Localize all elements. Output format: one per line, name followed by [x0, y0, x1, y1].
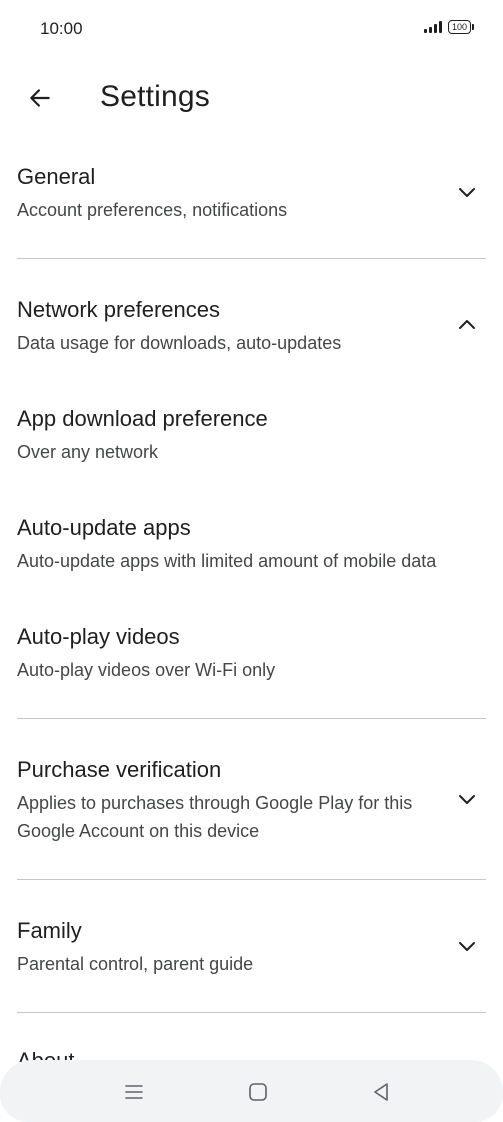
arrow-left-icon — [30, 89, 50, 107]
settings-row-family[interactable]: Family Parental control, parent guide — [0, 904, 503, 1012]
expand-button[interactable] — [449, 174, 485, 210]
row-subtitle: Over any network — [17, 442, 159, 462]
chevron-down-icon — [459, 795, 475, 804]
system-navigation-bar — [0, 1060, 503, 1122]
nav-back-button[interactable] — [367, 1078, 395, 1106]
settings-row-app-download-preference[interactable]: App download preference Over any network — [0, 392, 503, 482]
row-subtitle: Auto-update apps with limited amount of … — [17, 551, 437, 571]
expand-button[interactable] — [449, 781, 485, 817]
settings-row-purchase-verification[interactable]: Purchase verification Applies to purchas… — [0, 743, 503, 879]
chevron-down-icon — [459, 188, 475, 197]
chevron-down-icon — [459, 942, 475, 951]
divider — [17, 258, 486, 259]
row-subtitle: Data usage for downloads, auto-updates — [17, 333, 342, 353]
row-title: General — [17, 164, 96, 189]
row-subtitle: Parental control, parent guide — [17, 954, 254, 974]
chevron-up-icon — [459, 320, 475, 329]
battery-icon: 100 — [447, 20, 475, 34]
triangle-back-icon — [374, 1083, 388, 1101]
row-title: Family — [17, 918, 82, 943]
page-title: Settings — [100, 80, 210, 113]
row-title: App download preference — [17, 406, 268, 431]
row-title: Purchase verification — [17, 757, 222, 782]
settings-row-auto-update-apps[interactable]: Auto-update apps Auto-update apps with l… — [0, 501, 503, 591]
nav-menu-button[interactable] — [120, 1078, 148, 1106]
settings-row-general[interactable]: General Account preferences, notificatio… — [0, 150, 503, 258]
collapse-button[interactable] — [449, 307, 485, 343]
divider — [17, 1012, 486, 1013]
menu-icon — [125, 1085, 143, 1099]
nav-home-button[interactable] — [244, 1078, 272, 1106]
settings-row-auto-play-videos[interactable]: Auto-play videos Auto-play videos over W… — [0, 610, 503, 700]
row-title: Auto-update apps — [17, 515, 191, 540]
signal-icon — [423, 21, 442, 33]
row-subtitle: Auto-play videos over Wi-Fi only — [17, 660, 276, 680]
status-icons: 100 — [423, 20, 475, 34]
row-subtitle: Applies to purchases through Google Play… — [17, 793, 413, 841]
row-title: Network preferences — [17, 297, 220, 322]
status-time: 10:00 — [40, 19, 83, 38]
row-subtitle: Account preferences, notifications — [17, 200, 288, 220]
back-button[interactable] — [18, 76, 62, 120]
expand-button[interactable] — [449, 928, 485, 964]
home-icon — [249, 1083, 267, 1101]
top-app-bar: Settings — [0, 66, 503, 130]
divider — [17, 879, 486, 880]
battery-level: 100 — [451, 22, 467, 32]
divider — [17, 718, 486, 719]
settings-row-about[interactable]: About — [17, 1042, 75, 1062]
row-title: Auto-play videos — [17, 624, 180, 649]
status-bar: 10:00 100 — [0, 0, 503, 58]
settings-row-network-preferences[interactable]: Network preferences Data usage for downl… — [0, 283, 503, 373]
